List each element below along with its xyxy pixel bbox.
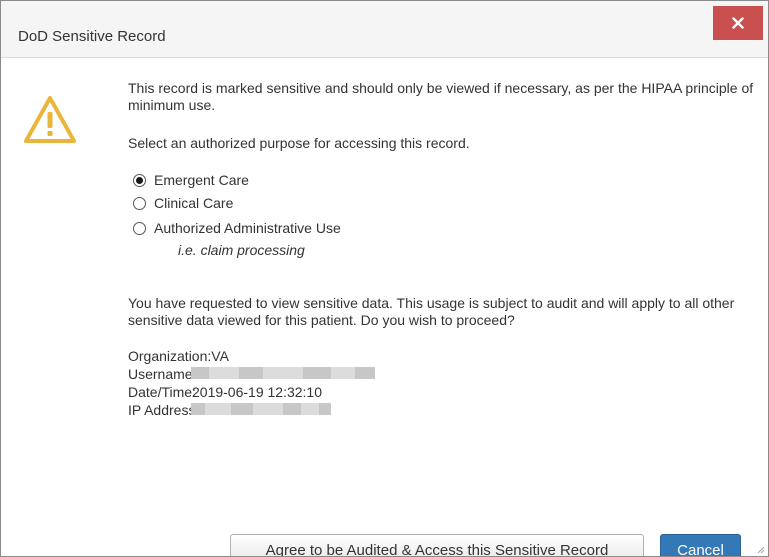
close-icon xyxy=(732,17,744,29)
datetime-label: Date/Time: xyxy=(128,384,196,400)
ip-address-label: IP Address: xyxy=(128,402,200,418)
radio-button[interactable] xyxy=(133,221,146,235)
resize-grip-icon[interactable] xyxy=(755,544,765,554)
select-purpose-prompt: Select an authorized purpose for accessi… xyxy=(128,135,470,151)
warning-triangle-icon xyxy=(24,96,76,143)
agree-and-access-button[interactable]: Agree to be Audited & Access this Sensit… xyxy=(230,534,644,556)
purpose-option-label: Authorized Administrative Use xyxy=(154,220,341,236)
purpose-option-label: Clinical Care xyxy=(154,195,234,211)
sensitive-warning-text: This record is marked sensitive and shou… xyxy=(128,80,754,113)
purpose-option-administrative-use[interactable]: Authorized Administrative Use xyxy=(133,220,341,236)
close-button[interactable] xyxy=(713,6,763,40)
radio-button[interactable] xyxy=(133,196,146,210)
purpose-option-clinical-care[interactable]: Clinical Care xyxy=(133,195,233,211)
dialog-title: DoD Sensitive Record xyxy=(18,28,166,45)
cancel-button[interactable]: Cancel xyxy=(660,534,741,556)
dialog-titlebar: DoD Sensitive Record xyxy=(1,1,768,58)
purpose-option-label: Emergent Care xyxy=(154,172,249,188)
username-label: Username: xyxy=(128,366,197,382)
organization-value: VA xyxy=(211,348,229,364)
radio-button-selected[interactable] xyxy=(133,173,146,187)
datetime-value: 2019-06-19 12:32:10 xyxy=(192,384,322,400)
audit-notice-text: You have requested to view sensitive dat… xyxy=(128,295,735,328)
username-redacted-value xyxy=(191,367,375,379)
purpose-hint: i.e. claim processing xyxy=(178,242,305,258)
organization-label: Organization:VA xyxy=(128,348,229,364)
purpose-option-emergent-care[interactable]: Emergent Care xyxy=(133,172,249,188)
ip-address-redacted-value xyxy=(191,403,331,415)
sensitive-record-dialog: DoD Sensitive Record This record is mark… xyxy=(0,0,769,557)
